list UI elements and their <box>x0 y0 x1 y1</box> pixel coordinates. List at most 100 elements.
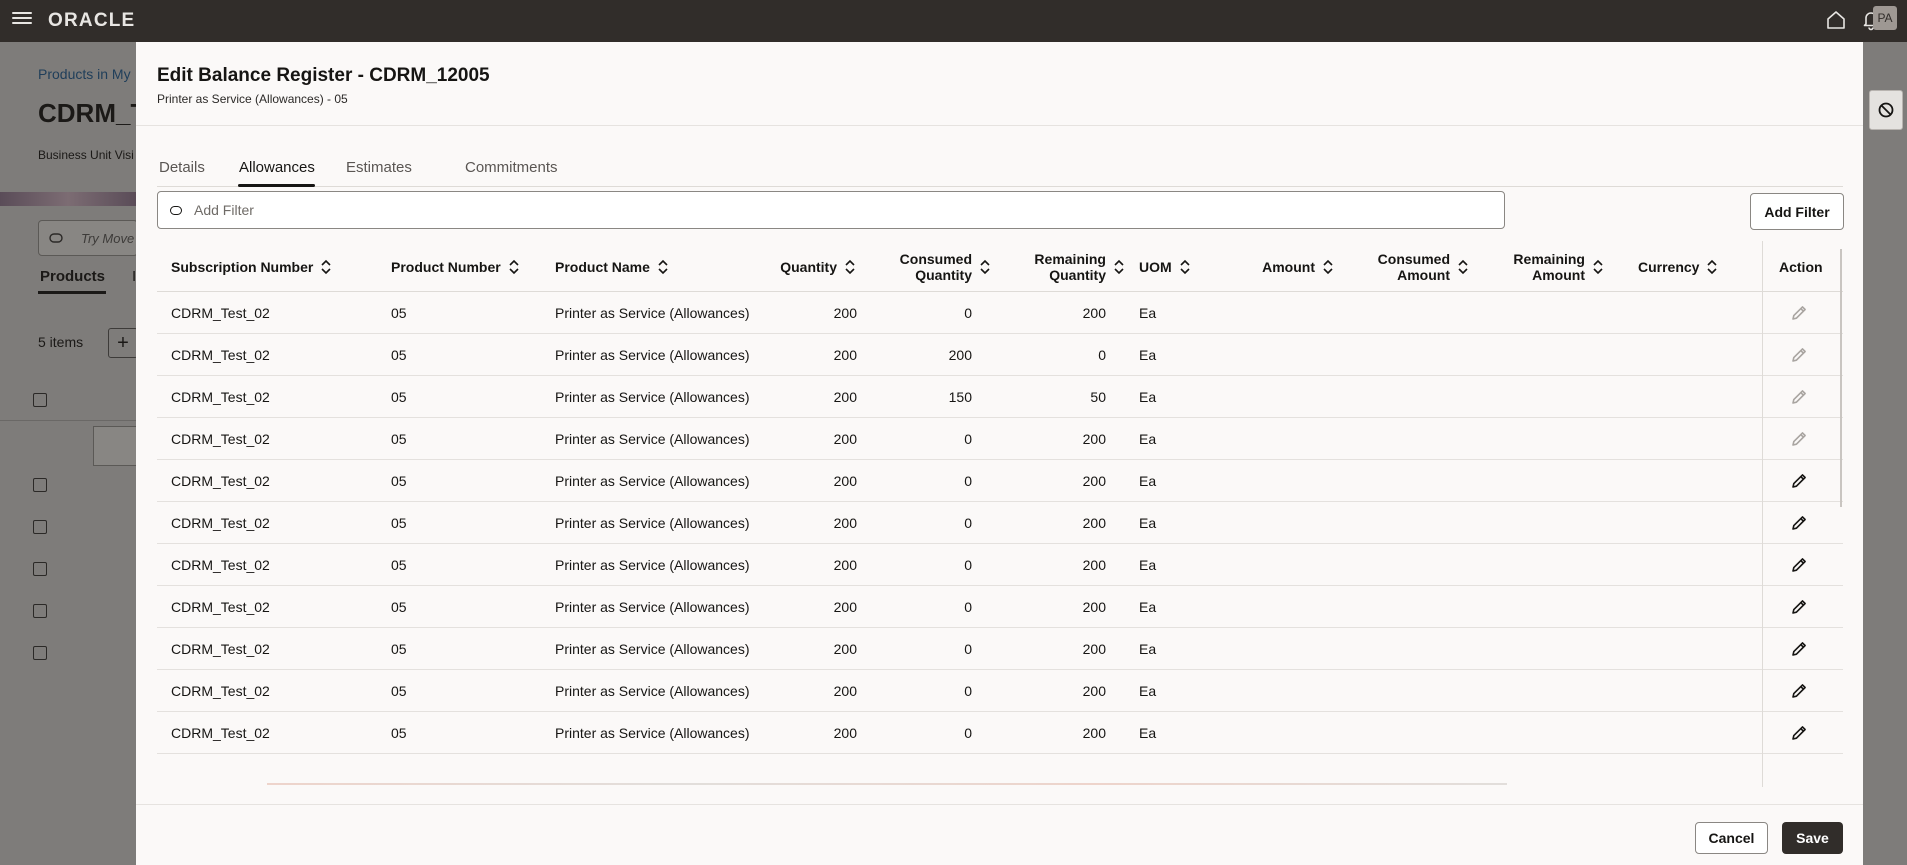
edit-icon[interactable] <box>1789 639 1809 659</box>
sort-icon <box>1458 259 1468 274</box>
col-amount[interactable]: Amount <box>1197 241 1335 292</box>
home-icon[interactable] <box>1823 7 1849 33</box>
cell-product-name: Printer as Service (Allowances) <box>555 431 750 447</box>
search-box: Try Move <box>38 220 138 256</box>
col-subscription-number[interactable]: Subscription Number <box>171 241 333 292</box>
filter-input[interactable] <box>194 200 1484 220</box>
filter-bar[interactable] <box>157 191 1505 229</box>
edit-icon[interactable] <box>1789 555 1809 575</box>
edit-icon[interactable] <box>1789 681 1809 701</box>
cell-quantity: 200 <box>833 599 857 615</box>
action-column-divider <box>1762 241 1763 787</box>
cell-consumed-quantity: 0 <box>964 599 972 615</box>
table-row[interactable]: CDRM_Test_02 05 Printer as Service (Allowa… <box>157 376 1843 418</box>
table-row[interactable]: CDRM_Test_02 05 Printer as Service (Allowa… <box>157 628 1843 670</box>
cell-product-number: 05 <box>391 641 407 657</box>
cell-subscription-number: CDRM_Test_02 <box>171 557 270 573</box>
table-row[interactable]: CDRM_Test_02 05 Printer as Service (Allowa… <box>157 586 1843 628</box>
table-row[interactable]: CDRM_Test_02 05 Printer as Service (Allowa… <box>157 502 1843 544</box>
checkbox <box>33 393 47 407</box>
user-avatar[interactable]: PA <box>1873 6 1897 30</box>
cell-consumed-quantity: 200 <box>948 347 972 363</box>
checkbox <box>33 478 47 492</box>
col-product-name[interactable]: Product Name <box>555 241 670 292</box>
cell-product-number: 05 <box>391 347 407 363</box>
table-row[interactable]: CDRM_Test_02 05 Printer as Service (Allowa… <box>157 670 1843 712</box>
cell-subscription-number: CDRM_Test_02 <box>171 389 270 405</box>
menu-icon[interactable] <box>12 9 32 27</box>
dialog-subtitle: Printer as Service (Allowances) - 05 <box>157 92 348 106</box>
edit-icon[interactable] <box>1789 597 1809 617</box>
cell-uom: Ea <box>1139 515 1157 531</box>
cell-product-name: Printer as Service (Allowances) <box>555 725 750 741</box>
table-row[interactable]: CDRM_Test_02 05 Printer as Service (Allowa… <box>157 544 1843 586</box>
col-label: UOM <box>1139 258 1172 275</box>
tab-estimates[interactable]: Estimates <box>346 159 412 176</box>
cell-subscription-number: CDRM_Test_02 <box>171 515 270 531</box>
vertical-scrollbar[interactable] <box>1840 249 1842 507</box>
dialog-footer <box>136 804 1863 865</box>
table-row[interactable]: CDRM_Test_02 05 Printer as Service (Allowa… <box>157 712 1843 754</box>
col-consumed-amount[interactable]: Consumed Amount <box>1335 241 1470 292</box>
cell-product-number: 05 <box>391 431 407 447</box>
cell-subscription-number: CDRM_Test_02 <box>171 473 270 489</box>
cell-uom: Ea <box>1139 599 1157 615</box>
add-filter-button[interactable]: Add Filter <box>1750 193 1844 230</box>
sort-icon <box>509 259 519 274</box>
sort-icon <box>1707 259 1718 274</box>
cell-quantity: 200 <box>833 347 857 363</box>
cell-remaining-quantity: 200 <box>1082 641 1106 657</box>
save-button[interactable]: Save <box>1782 822 1843 854</box>
sort-icon <box>321 259 331 274</box>
banner-strip <box>0 192 136 206</box>
col-label: Consumed Quantity <box>900 251 972 283</box>
cell-quantity: 200 <box>833 641 857 657</box>
filter-icon <box>170 206 182 215</box>
search-placeholder: Try Move <box>81 231 135 246</box>
col-quantity[interactable]: Quantity <box>737 241 857 292</box>
cell-consumed-quantity: 0 <box>964 305 972 321</box>
cell-product-name: Printer as Service (Allowances) <box>555 389 750 405</box>
items-count: 5 items <box>38 334 84 350</box>
col-remaining-quantity[interactable]: Remaining Quantity <box>992 241 1126 292</box>
cell-product-number: 05 <box>391 305 407 321</box>
table-row[interactable]: CDRM_Test_02 05 Printer as Service (Allowa… <box>157 334 1843 376</box>
filter-icon <box>49 233 63 243</box>
cell-product-name: Printer as Service (Allowances) <box>555 599 750 615</box>
col-label: Product Name <box>555 258 650 275</box>
col-currency[interactable]: Currency <box>1638 241 1719 292</box>
cell-uom: Ea <box>1139 473 1157 489</box>
table-row[interactable]: CDRM_Test_02 05 Printer as Service (Allowa… <box>157 292 1843 334</box>
sort-icon <box>845 259 855 274</box>
cell-remaining-quantity: 200 <box>1082 683 1106 699</box>
edit-icon[interactable] <box>1789 513 1809 533</box>
edit-icon[interactable] <box>1789 471 1809 491</box>
table-row[interactable]: CDRM_Test_02 05 Printer as Service (Allowa… <box>157 418 1843 460</box>
col-uom[interactable]: UOM <box>1139 241 1192 292</box>
edit-icon <box>1792 306 1806 320</box>
cancel-button[interactable]: Cancel <box>1695 822 1768 854</box>
col-label: Product Number <box>391 258 501 275</box>
edit-icon <box>1792 348 1806 362</box>
cell-remaining-quantity: 200 <box>1082 557 1106 573</box>
business-unit-label: Business Unit Visi <box>38 148 134 162</box>
tab-details[interactable]: Details <box>159 159 205 176</box>
col-product-number[interactable]: Product Number <box>391 241 521 292</box>
tab-allowances[interactable]: Allowances <box>239 159 315 176</box>
page-title: CDRM_T <box>38 98 147 128</box>
side-panel-button[interactable] <box>1869 90 1903 130</box>
breadcrumb: Products in My <box>38 66 131 82</box>
col-label-line: Consumed <box>1377 250 1450 267</box>
tab-commitments[interactable]: Commitments <box>465 159 558 176</box>
cell-uom: Ea <box>1139 725 1157 741</box>
col-consumed-quantity[interactable]: Consumed Quantity <box>857 241 992 292</box>
top-bar: ORACLE PA <box>0 0 1907 42</box>
edit-icon[interactable] <box>1789 723 1809 743</box>
col-label: Currency <box>1638 258 1700 275</box>
col-remaining-amount[interactable]: Remaining Amount <box>1470 241 1605 292</box>
table-row[interactable]: CDRM_Test_02 05 Printer as Service (Allowa… <box>157 460 1843 502</box>
col-label: Subscription Number <box>171 258 314 275</box>
col-action: Action <box>1779 258 1823 275</box>
sort-icon <box>1180 259 1190 274</box>
horizontal-scrollbar[interactable] <box>267 783 1507 785</box>
